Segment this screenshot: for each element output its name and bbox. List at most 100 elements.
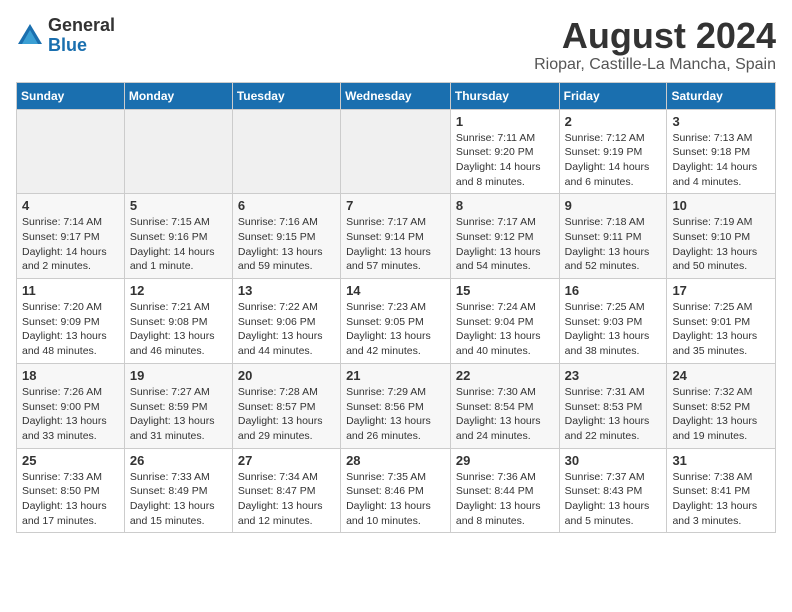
day-number: 29 (456, 453, 554, 468)
calendar-cell: 4 Sunrise: 7:14 AM Sunset: 9:17 PM Daylig… (17, 194, 125, 279)
calendar-cell: 21 Sunrise: 7:29 AM Sunset: 8:56 PM Dayli… (341, 363, 451, 448)
day-detail: Sunrise: 7:31 AM Sunset: 8:53 PM Dayligh… (565, 385, 662, 444)
day-detail: Sunrise: 7:25 AM Sunset: 9:03 PM Dayligh… (565, 300, 662, 359)
calendar-cell: 6 Sunrise: 7:16 AM Sunset: 9:15 PM Daylig… (232, 194, 340, 279)
day-number: 17 (672, 283, 770, 298)
calendar-cell: 30 Sunrise: 7:37 AM Sunset: 8:43 PM Dayli… (559, 448, 667, 533)
calendar-cell: 11Sunrise: 7:20 AM Sunset: 9:09 PM Dayli… (17, 279, 125, 364)
day-number: 23 (565, 368, 662, 383)
calendar-cell: 19 Sunrise: 7:27 AM Sunset: 8:59 PM Dayli… (124, 363, 232, 448)
day-number: 26 (130, 453, 227, 468)
day-number: 7 (346, 198, 445, 213)
calendar-cell: 28 Sunrise: 7:35 AM Sunset: 8:46 PM Dayli… (341, 448, 451, 533)
day-number: 28 (346, 453, 445, 468)
calendar-cell: 27 Sunrise: 7:34 AM Sunset: 8:47 PM Dayli… (232, 448, 340, 533)
day-number: 21 (346, 368, 445, 383)
day-number: 20 (238, 368, 335, 383)
day-number: 31 (672, 453, 770, 468)
day-number: 5 (130, 198, 227, 213)
calendar-cell: 16 Sunrise: 7:25 AM Sunset: 9:03 PM Dayli… (559, 279, 667, 364)
calendar-body: 1 Sunrise: 7:11 AM Sunset: 9:20 PM Daylig… (17, 109, 776, 533)
logo-icon (16, 22, 44, 50)
day-number: 1 (456, 114, 554, 129)
day-detail: Sunrise: 7:34 AM Sunset: 8:47 PM Dayligh… (238, 470, 335, 529)
day-detail: Sunrise: 7:36 AM Sunset: 8:44 PM Dayligh… (456, 470, 554, 529)
day-detail: Sunrise: 7:14 AM Sunset: 9:17 PM Dayligh… (22, 215, 119, 274)
day-number: 14 (346, 283, 445, 298)
day-number: 24 (672, 368, 770, 383)
header-row: Sunday Monday Tuesday Wednesday Thursday… (17, 82, 776, 109)
calendar-week-5: 25Sunrise: 7:33 AM Sunset: 8:50 PM Dayli… (17, 448, 776, 533)
day-detail: Sunrise: 7:22 AM Sunset: 9:06 PM Dayligh… (238, 300, 335, 359)
calendar-cell: 26Sunrise: 7:33 AM Sunset: 8:49 PM Dayli… (124, 448, 232, 533)
day-detail: Sunrise: 7:26 AM Sunset: 9:00 PM Dayligh… (22, 385, 119, 444)
calendar-cell: 25Sunrise: 7:33 AM Sunset: 8:50 PM Dayli… (17, 448, 125, 533)
day-detail: Sunrise: 7:16 AM Sunset: 9:15 PM Dayligh… (238, 215, 335, 274)
day-number: 12 (130, 283, 227, 298)
day-detail: Sunrise: 7:30 AM Sunset: 8:54 PM Dayligh… (456, 385, 554, 444)
day-number: 9 (565, 198, 662, 213)
logo: General Blue (16, 16, 115, 56)
logo-blue-text: Blue (48, 35, 87, 55)
col-thursday: Thursday (450, 82, 559, 109)
calendar-cell: 23 Sunrise: 7:31 AM Sunset: 8:53 PM Dayli… (559, 363, 667, 448)
day-number: 16 (565, 283, 662, 298)
day-number: 6 (238, 198, 335, 213)
day-detail: Sunrise: 7:20 AM Sunset: 9:09 PM Dayligh… (22, 300, 119, 359)
calendar-cell: 3 Sunrise: 7:13 AM Sunset: 9:18 PM Daylig… (667, 109, 776, 194)
calendar-cell: 22 Sunrise: 7:30 AM Sunset: 8:54 PM Dayli… (450, 363, 559, 448)
day-detail: Sunrise: 7:35 AM Sunset: 8:46 PM Dayligh… (346, 470, 445, 529)
day-number: 27 (238, 453, 335, 468)
title-area: August 2024 Riopar, Castille-La Mancha, … (534, 16, 776, 74)
day-number: 3 (672, 114, 770, 129)
day-detail: Sunrise: 7:13 AM Sunset: 9:18 PM Dayligh… (672, 131, 770, 190)
day-number: 2 (565, 114, 662, 129)
day-detail: Sunrise: 7:37 AM Sunset: 8:43 PM Dayligh… (565, 470, 662, 529)
day-detail: Sunrise: 7:24 AM Sunset: 9:04 PM Dayligh… (456, 300, 554, 359)
day-detail: Sunrise: 7:17 AM Sunset: 9:14 PM Dayligh… (346, 215, 445, 274)
calendar-cell: 29 Sunrise: 7:36 AM Sunset: 8:44 PM Dayli… (450, 448, 559, 533)
day-detail: Sunrise: 7:29 AM Sunset: 8:56 PM Dayligh… (346, 385, 445, 444)
day-detail: Sunrise: 7:11 AM Sunset: 9:20 PM Dayligh… (456, 131, 554, 190)
col-saturday: Saturday (667, 82, 776, 109)
calendar-cell: 15Sunrise: 7:24 AM Sunset: 9:04 PM Dayli… (450, 279, 559, 364)
day-number: 19 (130, 368, 227, 383)
calendar-cell (341, 109, 451, 194)
calendar-cell: 2 Sunrise: 7:12 AM Sunset: 9:19 PM Daylig… (559, 109, 667, 194)
calendar-cell: 1 Sunrise: 7:11 AM Sunset: 9:20 PM Daylig… (450, 109, 559, 194)
header: General Blue August 2024 Riopar, Castill… (16, 16, 776, 74)
day-detail: Sunrise: 7:23 AM Sunset: 9:05 PM Dayligh… (346, 300, 445, 359)
calendar-cell: 24 Sunrise: 7:32 AM Sunset: 8:52 PM Dayli… (667, 363, 776, 448)
day-detail: Sunrise: 7:32 AM Sunset: 8:52 PM Dayligh… (672, 385, 770, 444)
day-number: 10 (672, 198, 770, 213)
day-detail: Sunrise: 7:25 AM Sunset: 9:01 PM Dayligh… (672, 300, 770, 359)
day-detail: Sunrise: 7:38 AM Sunset: 8:41 PM Dayligh… (672, 470, 770, 529)
col-friday: Friday (559, 82, 667, 109)
calendar-week-1: 1 Sunrise: 7:11 AM Sunset: 9:20 PM Daylig… (17, 109, 776, 194)
day-number: 13 (238, 283, 335, 298)
day-detail: Sunrise: 7:27 AM Sunset: 8:59 PM Dayligh… (130, 385, 227, 444)
day-number: 30 (565, 453, 662, 468)
calendar-week-3: 11Sunrise: 7:20 AM Sunset: 9:09 PM Dayli… (17, 279, 776, 364)
day-number: 8 (456, 198, 554, 213)
col-monday: Monday (124, 82, 232, 109)
calendar-cell (232, 109, 340, 194)
calendar-cell: 8Sunrise: 7:17 AM Sunset: 9:12 PM Daylig… (450, 194, 559, 279)
calendar-cell: 5 Sunrise: 7:15 AM Sunset: 9:16 PM Daylig… (124, 194, 232, 279)
calendar-cell: 20 Sunrise: 7:28 AM Sunset: 8:57 PM Dayli… (232, 363, 340, 448)
calendar-cell: 9 Sunrise: 7:18 AM Sunset: 9:11 PM Daylig… (559, 194, 667, 279)
calendar-cell: 13 Sunrise: 7:22 AM Sunset: 9:06 PM Dayli… (232, 279, 340, 364)
col-tuesday: Tuesday (232, 82, 340, 109)
day-number: 22 (456, 368, 554, 383)
calendar-cell: 10Sunrise: 7:19 AM Sunset: 9:10 PM Dayli… (667, 194, 776, 279)
calendar-cell: 7 Sunrise: 7:17 AM Sunset: 9:14 PM Daylig… (341, 194, 451, 279)
day-detail: Sunrise: 7:15 AM Sunset: 9:16 PM Dayligh… (130, 215, 227, 274)
calendar-cell: 18Sunrise: 7:26 AM Sunset: 9:00 PM Dayli… (17, 363, 125, 448)
day-detail: Sunrise: 7:28 AM Sunset: 8:57 PM Dayligh… (238, 385, 335, 444)
day-detail: Sunrise: 7:12 AM Sunset: 9:19 PM Dayligh… (565, 131, 662, 190)
calendar-cell: 17 Sunrise: 7:25 AM Sunset: 9:01 PM Dayli… (667, 279, 776, 364)
calendar-week-4: 18Sunrise: 7:26 AM Sunset: 9:00 PM Dayli… (17, 363, 776, 448)
day-detail: Sunrise: 7:18 AM Sunset: 9:11 PM Dayligh… (565, 215, 662, 274)
day-number: 4 (22, 198, 119, 213)
logo-general-text: General (48, 15, 115, 35)
